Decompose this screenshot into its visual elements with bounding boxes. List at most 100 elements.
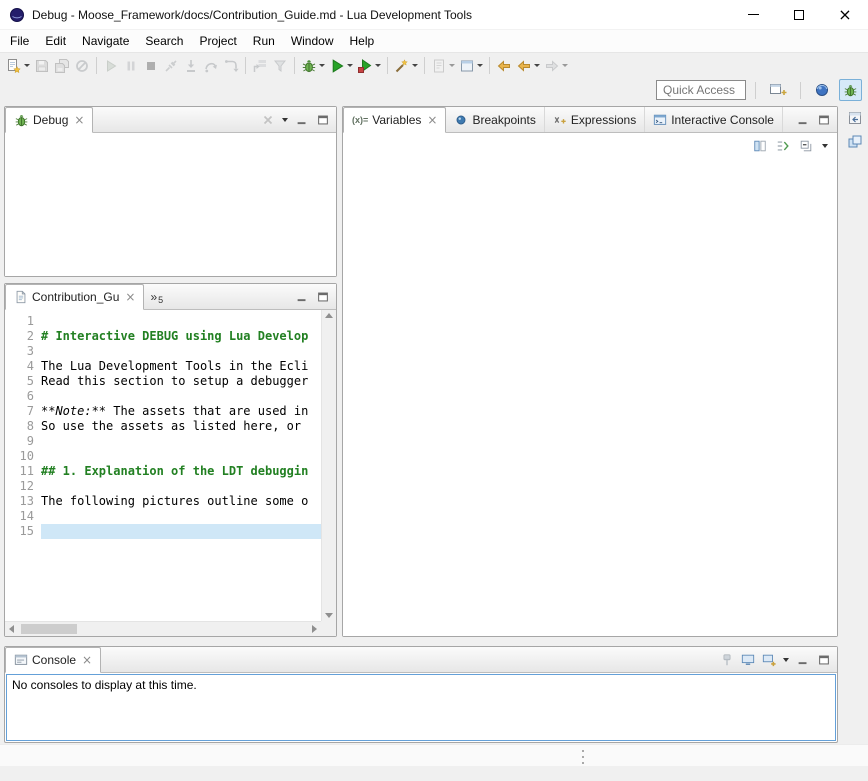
- menu-navigate[interactable]: Navigate: [74, 31, 137, 51]
- step-return-button[interactable]: [221, 55, 241, 77]
- minimize-view-icon[interactable]: [295, 290, 309, 304]
- scroll-down-icon[interactable]: [325, 613, 333, 618]
- open-perspective-button[interactable]: [765, 79, 791, 101]
- new-lua-file-button[interactable]: [429, 55, 457, 77]
- terminate-button[interactable]: [141, 55, 161, 77]
- vertical-scrollbar[interactable]: [321, 310, 336, 621]
- code-area[interactable]: # Interactive DEBUG using Lua Develop The…: [41, 310, 321, 621]
- save-all-button[interactable]: [52, 55, 72, 77]
- maximize-view-icon[interactable]: [316, 113, 330, 127]
- resume-button[interactable]: [101, 55, 121, 77]
- code-line[interactable]: [41, 524, 321, 539]
- step-into-button[interactable]: [181, 55, 201, 77]
- forward-button[interactable]: [542, 55, 570, 77]
- tab-interactive-console[interactable]: Interactive Console: [645, 107, 783, 132]
- tab-breakpoints[interactable]: Breakpoints: [446, 107, 544, 132]
- dropdown-caret-icon[interactable]: [534, 64, 540, 67]
- open-console-menu-icon[interactable]: [783, 658, 789, 662]
- view-menu-icon[interactable]: [822, 144, 828, 148]
- code-line[interactable]: **Note:** The assets that are used in: [41, 404, 321, 419]
- code-line[interactable]: So use the assets as listed here, or: [41, 419, 321, 434]
- horizontal-scrollbar[interactable]: [5, 621, 321, 636]
- collapse-all-icon[interactable]: [799, 139, 813, 153]
- perspective-debug-button[interactable]: [839, 79, 862, 101]
- menu-window[interactable]: Window: [283, 31, 342, 51]
- dropdown-caret-icon[interactable]: [24, 64, 30, 67]
- window-minimize-button[interactable]: [730, 0, 776, 29]
- tab-expressions[interactable]: Expressions: [545, 107, 645, 132]
- tab-overflow-button[interactable]: » 5: [144, 284, 169, 309]
- dropdown-caret-icon[interactable]: [477, 64, 483, 67]
- quick-access-box[interactable]: Quick Access: [656, 80, 746, 100]
- save-button[interactable]: [32, 55, 52, 77]
- code-line[interactable]: The Lua Development Tools in the Ecli: [41, 359, 321, 374]
- open-element-button[interactable]: [457, 55, 485, 77]
- code-line[interactable]: [41, 314, 321, 329]
- debug-button[interactable]: [299, 55, 327, 77]
- open-console-icon[interactable]: [762, 653, 776, 667]
- code-line[interactable]: [41, 509, 321, 524]
- dropdown-caret-icon[interactable]: [449, 64, 455, 67]
- menu-project[interactable]: Project: [191, 31, 244, 51]
- maximize-view-icon[interactable]: [817, 653, 831, 667]
- sash-drag-handle[interactable]: [582, 750, 584, 764]
- tab-close-icon[interactable]: ×: [74, 113, 84, 127]
- dropdown-caret-icon[interactable]: [375, 64, 381, 67]
- open-search-button[interactable]: [392, 55, 420, 77]
- debug-view-body[interactable]: [5, 133, 336, 276]
- console-body[interactable]: No consoles to display at this time.: [6, 674, 836, 741]
- display-selected-console-icon[interactable]: [741, 653, 755, 667]
- scroll-up-icon[interactable]: [325, 313, 333, 318]
- remove-terminated-button[interactable]: [261, 113, 275, 127]
- menu-search[interactable]: Search: [137, 31, 191, 51]
- code-line[interactable]: ## 1. Explanation of the LDT debuggin: [41, 464, 321, 479]
- minimize-view-icon[interactable]: [295, 113, 309, 127]
- menu-help[interactable]: Help: [342, 31, 383, 51]
- menu-edit[interactable]: Edit: [37, 31, 74, 51]
- run-button[interactable]: [327, 55, 355, 77]
- tab-console[interactable]: Console ×: [5, 647, 101, 673]
- menu-file[interactable]: File: [2, 31, 37, 51]
- use-step-filters-button[interactable]: [270, 55, 290, 77]
- minimize-view-icon[interactable]: [796, 653, 810, 667]
- tab-variables[interactable]: (x)= Variables ×: [343, 107, 446, 133]
- code-line[interactable]: The following pictures outline some o: [41, 494, 321, 509]
- show-logical-structure-icon[interactable]: [776, 139, 790, 153]
- show-columns-icon[interactable]: [753, 139, 767, 153]
- dropdown-caret-icon[interactable]: [412, 64, 418, 67]
- code-line[interactable]: [41, 449, 321, 464]
- code-line[interactable]: # Interactive DEBUG using Lua Develop: [41, 329, 321, 344]
- code-line[interactable]: [41, 389, 321, 404]
- window-close-button[interactable]: ×: [822, 0, 868, 29]
- maximize-view-icon[interactable]: [817, 113, 831, 127]
- external-tools-button[interactable]: [355, 55, 383, 77]
- code-line[interactable]: Read this section to setup a debugger: [41, 374, 321, 389]
- dropdown-caret-icon[interactable]: [562, 64, 568, 67]
- suspend-button[interactable]: [121, 55, 141, 77]
- view-menu-icon[interactable]: [282, 118, 288, 122]
- restore-minimized-view-button[interactable]: [845, 108, 865, 128]
- code-line[interactable]: [41, 344, 321, 359]
- scrollbar-thumb[interactable]: [21, 624, 77, 634]
- dropdown-caret-icon[interactable]: [347, 64, 353, 67]
- tab-close-icon[interactable]: ×: [82, 653, 92, 667]
- tab-close-icon[interactable]: ×: [427, 113, 437, 127]
- scroll-left-icon[interactable]: [9, 625, 14, 633]
- drop-to-frame-button[interactable]: [250, 55, 270, 77]
- last-edit-location-button[interactable]: [494, 55, 514, 77]
- window-maximize-button[interactable]: [776, 0, 822, 29]
- tab-debug[interactable]: Debug ×: [5, 107, 93, 133]
- dropdown-caret-icon[interactable]: [319, 64, 325, 67]
- menu-run[interactable]: Run: [245, 31, 283, 51]
- tab-close-icon[interactable]: ×: [125, 290, 135, 304]
- tab-contribution-guide[interactable]: Contribution_Gu ×: [5, 284, 144, 310]
- code-line[interactable]: [41, 479, 321, 494]
- new-wizard-button[interactable]: [4, 55, 32, 77]
- disconnect-button[interactable]: [161, 55, 181, 77]
- step-over-button[interactable]: [201, 55, 221, 77]
- skip-all-breakpoints-button[interactable]: [72, 55, 92, 77]
- maximize-view-icon[interactable]: [316, 290, 330, 304]
- perspective-ldt-button[interactable]: [810, 79, 834, 101]
- variables-view-body[interactable]: [343, 159, 837, 636]
- minimize-view-icon[interactable]: [796, 113, 810, 127]
